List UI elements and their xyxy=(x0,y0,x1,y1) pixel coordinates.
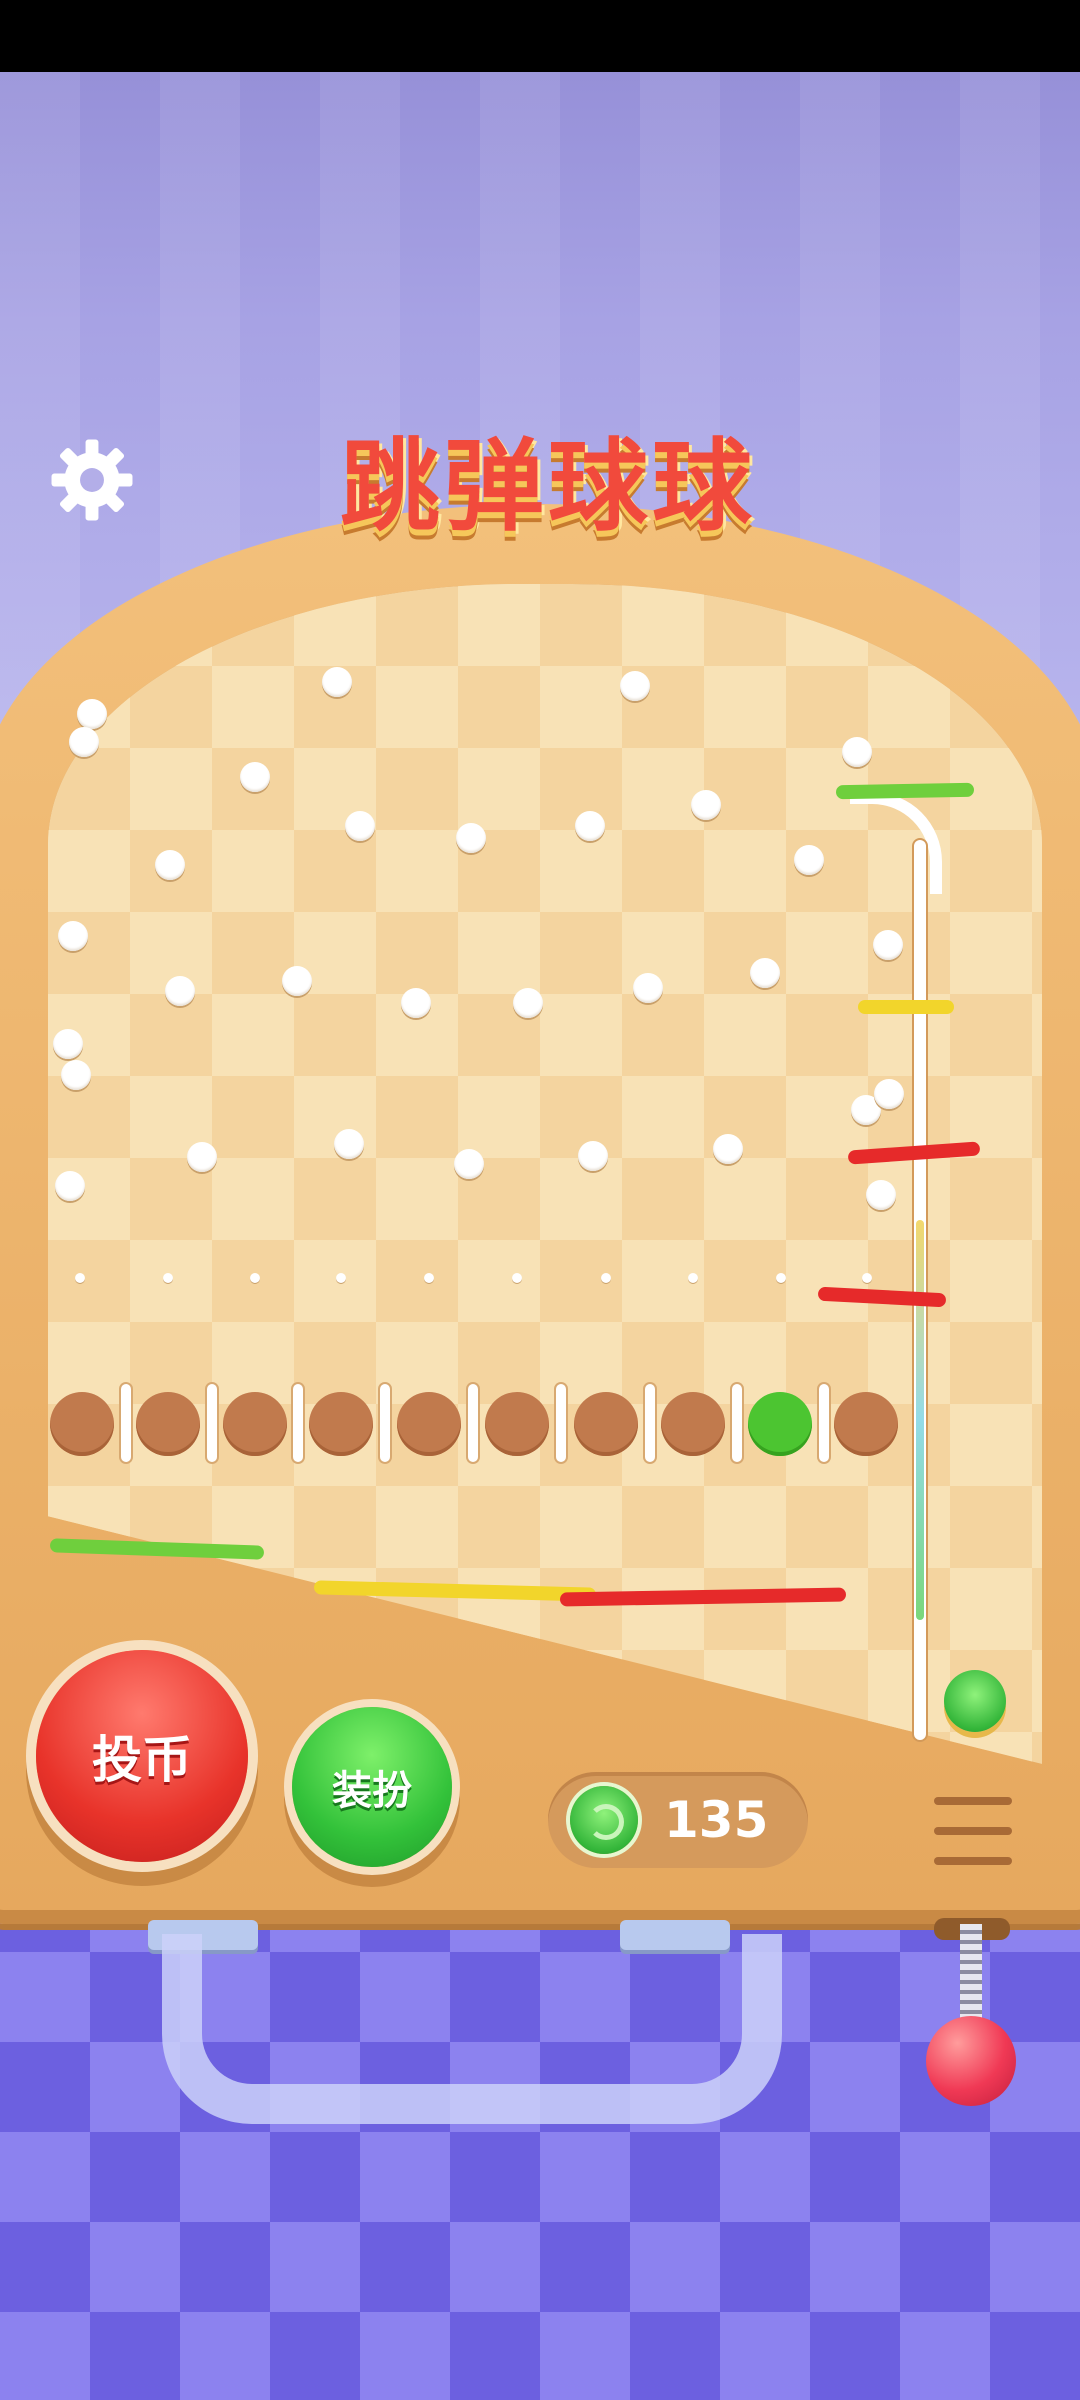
peg xyxy=(55,1171,85,1201)
peg xyxy=(713,1134,743,1164)
slot-ball-active xyxy=(748,1392,812,1456)
peg xyxy=(866,1180,896,1210)
peg xyxy=(842,737,872,767)
coin-balance-value: 135 xyxy=(664,1791,769,1849)
coin-balance: 135 xyxy=(548,1772,808,1868)
insert-coin-label: 投币 xyxy=(92,1731,192,1789)
peg xyxy=(750,958,780,988)
slot-ball xyxy=(50,1392,114,1456)
dress-up-label: 装扮 xyxy=(332,1768,412,1814)
insert-coin-button[interactable]: 投币 xyxy=(36,1650,248,1862)
peg xyxy=(322,667,352,697)
status-bar xyxy=(0,0,1080,72)
slot-ball xyxy=(309,1392,373,1456)
menu-icon[interactable] xyxy=(934,1797,1012,1867)
slot-ball xyxy=(223,1392,287,1456)
peg xyxy=(874,1079,904,1109)
peg xyxy=(691,790,721,820)
peg xyxy=(794,845,824,875)
slot-ball xyxy=(397,1392,461,1456)
slot-ball xyxy=(485,1392,549,1456)
small-pin xyxy=(163,1273,173,1283)
small-pin xyxy=(336,1273,346,1283)
peg xyxy=(345,811,375,841)
slot-divider xyxy=(380,1384,390,1462)
peg xyxy=(53,1029,83,1059)
game-title: 跳弹球球 xyxy=(340,427,756,545)
slot-divider xyxy=(293,1384,303,1462)
peg xyxy=(513,988,543,1018)
peg xyxy=(69,727,99,757)
peg xyxy=(58,921,88,951)
peg xyxy=(155,850,185,880)
peg xyxy=(187,1142,217,1172)
peg xyxy=(873,930,903,960)
small-pin xyxy=(688,1273,698,1283)
small-pin xyxy=(776,1273,786,1283)
small-pin xyxy=(424,1273,434,1283)
peg xyxy=(578,1141,608,1171)
peg xyxy=(77,699,107,729)
dress-up-button[interactable]: 装扮 xyxy=(292,1707,452,1867)
slot-ball xyxy=(136,1392,200,1456)
small-pin xyxy=(601,1273,611,1283)
peg xyxy=(165,976,195,1006)
peg xyxy=(240,762,270,792)
slot-ball xyxy=(661,1392,725,1456)
slot-divider xyxy=(121,1384,131,1462)
small-pin xyxy=(75,1273,85,1283)
launch-coin-icon xyxy=(944,1670,1006,1732)
game-stage: 跳弹球球 投币 装扮 135 xyxy=(0,72,1080,2400)
green-stroke-top xyxy=(835,782,975,800)
small-pin xyxy=(862,1273,872,1283)
peg xyxy=(282,966,312,996)
launch-power-fill xyxy=(916,1220,924,1620)
slot-divider xyxy=(556,1384,566,1462)
slot-ball xyxy=(574,1392,638,1456)
small-pin xyxy=(250,1273,260,1283)
peg xyxy=(334,1129,364,1159)
slot-divider xyxy=(468,1384,478,1462)
slot-divider xyxy=(819,1384,829,1462)
swirl-coin-icon xyxy=(570,1786,638,1854)
peg xyxy=(456,823,486,853)
peg xyxy=(61,1060,91,1090)
yellow-stroke xyxy=(858,1000,954,1014)
slot-divider xyxy=(732,1384,742,1462)
peg xyxy=(620,671,650,701)
slot-divider xyxy=(645,1384,655,1462)
peg xyxy=(454,1149,484,1179)
peg xyxy=(633,973,663,1003)
glass-pipe xyxy=(162,1934,782,2124)
small-pin xyxy=(512,1273,522,1283)
slot-divider xyxy=(207,1384,217,1462)
peg xyxy=(575,811,605,841)
plunger-knob[interactable] xyxy=(926,2016,1016,2106)
peg xyxy=(401,988,431,1018)
slot-ball xyxy=(834,1392,898,1456)
